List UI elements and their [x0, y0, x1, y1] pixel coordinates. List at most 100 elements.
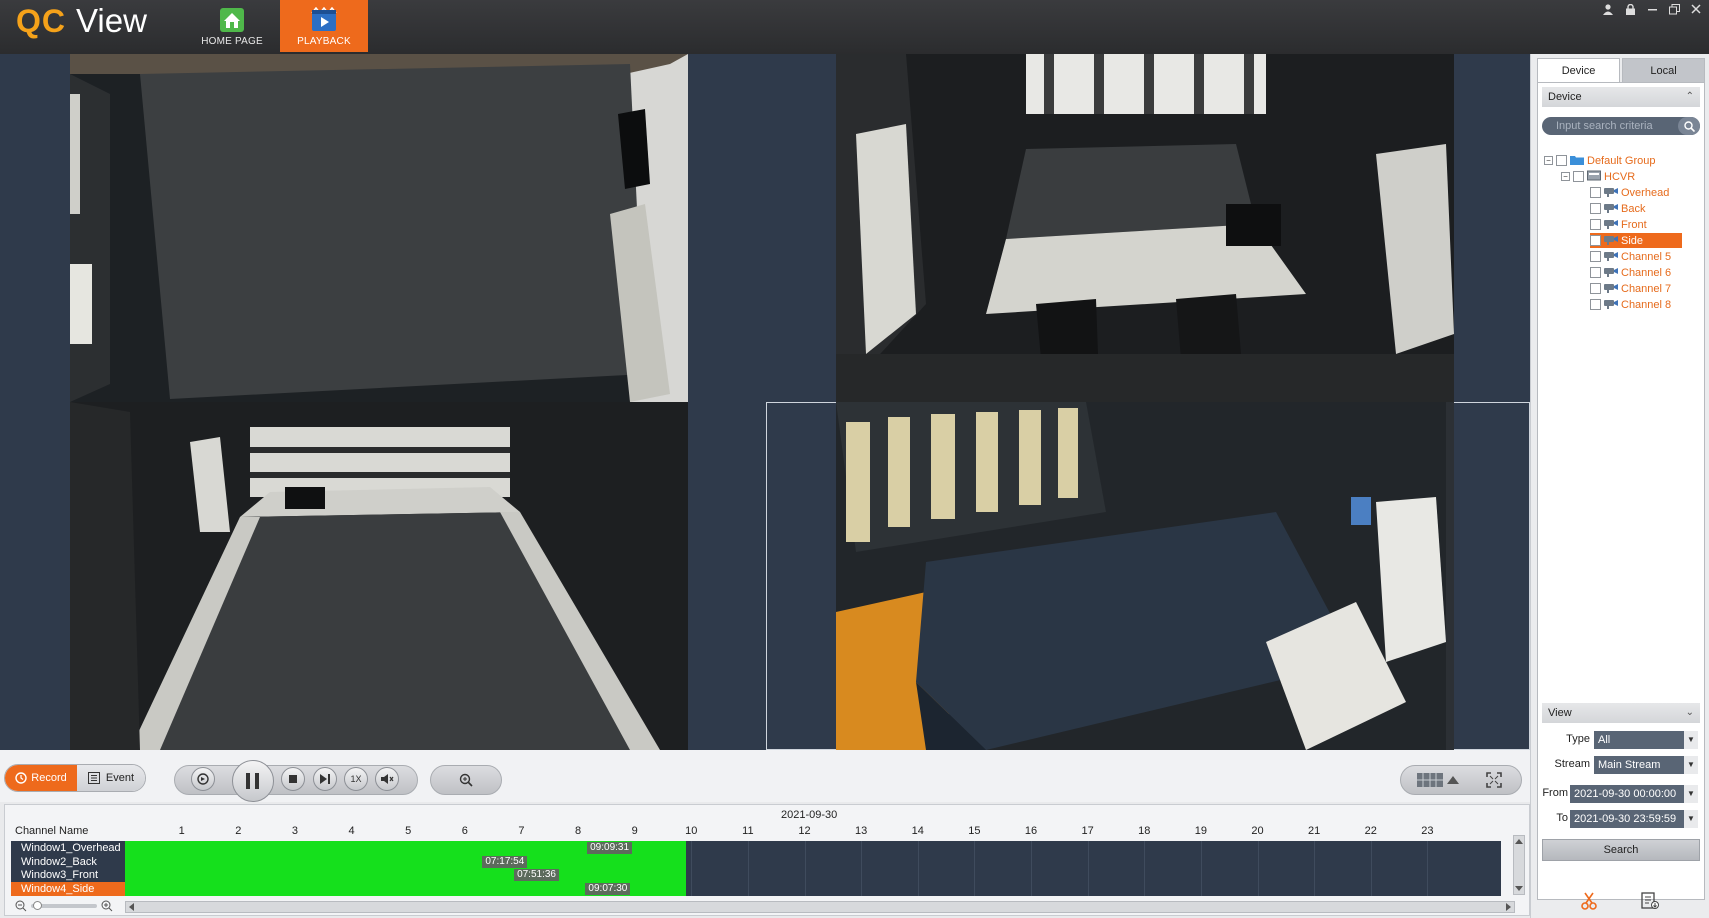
- tree-device-hcvr-label: HCVR: [1604, 170, 1636, 183]
- timeline-track[interactable]: 07:51:36: [125, 868, 1501, 882]
- device-search-input[interactable]: Input search criteria: [1542, 117, 1700, 135]
- event-tab[interactable]: Event: [77, 765, 145, 791]
- type-select[interactable]: All ▼: [1594, 731, 1698, 749]
- checkbox[interactable]: [1590, 235, 1601, 246]
- fullscreen-button[interactable]: [1483, 771, 1505, 789]
- stream-label: Stream: [1554, 758, 1590, 770]
- timeline-track[interactable]: 09:09:31: [125, 841, 1501, 855]
- checkbox[interactable]: [1590, 251, 1601, 262]
- nav-home-page[interactable]: HOME PAGE: [188, 0, 276, 52]
- playback-icon: [310, 7, 338, 33]
- collapse-toggle[interactable]: −: [1561, 172, 1570, 181]
- checkbox[interactable]: [1590, 299, 1601, 310]
- scroll-left-icon[interactable]: [128, 902, 136, 912]
- tree-channel[interactable]: Front: [1590, 217, 1647, 232]
- minimize-icon[interactable]: [1645, 2, 1659, 16]
- tab-device[interactable]: Device: [1537, 58, 1620, 82]
- tree-group-default-label: Default Group: [1587, 154, 1656, 167]
- scroll-right-icon[interactable]: [1504, 902, 1512, 912]
- next-frame-button[interactable]: [313, 767, 337, 791]
- checkbox[interactable]: [1590, 283, 1601, 294]
- zoom-out-icon[interactable]: [15, 900, 27, 912]
- clip-icon[interactable]: [1581, 892, 1597, 913]
- sync-playback-button[interactable]: [191, 767, 215, 791]
- channel-row-name[interactable]: Window3_Front: [11, 868, 129, 882]
- split-screen-icon: [1417, 773, 1459, 787]
- zoom-in-icon[interactable]: [101, 900, 113, 912]
- tab-local[interactable]: Local: [1622, 58, 1705, 82]
- video-window-front[interactable]: [0, 402, 764, 750]
- video-window-side[interactable]: [766, 402, 1530, 750]
- window-controls: [1601, 0, 1703, 18]
- nav-playback[interactable]: PLAYBACK: [280, 0, 368, 52]
- tree-channel[interactable]: Side: [1590, 233, 1682, 248]
- hour-gridline: [917, 854, 919, 869]
- search-button[interactable]: Search: [1542, 839, 1700, 861]
- checkbox[interactable]: [1573, 171, 1584, 182]
- timeline-vertical-scrollbar[interactable]: [1513, 835, 1525, 895]
- timeline-zoom-slider[interactable]: [31, 901, 97, 910]
- checkbox[interactable]: [1590, 203, 1601, 214]
- tree-device-hcvr[interactable]: − HCVR: [1561, 169, 1635, 184]
- tree-channel[interactable]: Channel 6: [1590, 265, 1671, 280]
- dropdown-arrow-icon: ▼: [1684, 756, 1698, 774]
- hour-gridline: [1257, 881, 1259, 896]
- user-icon[interactable]: [1601, 2, 1615, 16]
- record-tab[interactable]: Record: [5, 765, 77, 791]
- split-layout-button[interactable]: [1416, 771, 1460, 789]
- camera-icon: [1604, 250, 1618, 264]
- recorded-segment[interactable]: [125, 868, 686, 882]
- chevron-down-icon: ⌄: [1685, 707, 1694, 718]
- zoom-button[interactable]: [430, 765, 502, 795]
- from-label: From: [1542, 787, 1568, 799]
- scroll-up-icon[interactable]: [1514, 837, 1524, 845]
- channel-row-name[interactable]: Window1_Overhead: [11, 841, 129, 855]
- timeline-track[interactable]: 09:07:30: [125, 881, 1501, 896]
- stop-icon: [289, 775, 297, 783]
- channel-row-name[interactable]: Window4_Side: [11, 881, 129, 896]
- checkbox[interactable]: [1590, 187, 1601, 198]
- right-side-panel: Device Local Device ⌃ Input search crite…: [1530, 54, 1709, 918]
- speed-button[interactable]: 1X: [344, 767, 368, 791]
- side-panel-tabs: Device Local: [1537, 58, 1705, 82]
- tree-channel[interactable]: Channel 7: [1590, 281, 1671, 296]
- hour-gridline: [1370, 854, 1372, 869]
- tree-group-default[interactable]: − Default Group: [1544, 153, 1655, 168]
- stop-button[interactable]: [281, 767, 305, 791]
- collapse-toggle[interactable]: −: [1544, 156, 1553, 165]
- zoom-slider-handle[interactable]: [33, 901, 42, 910]
- checkbox[interactable]: [1590, 267, 1601, 278]
- device-section-header[interactable]: Device ⌃: [1542, 87, 1700, 107]
- tree-channel[interactable]: Overhead: [1590, 185, 1669, 200]
- tree-channel-label: Channel 8: [1621, 298, 1672, 311]
- channel-row-name[interactable]: Window2_Back: [11, 854, 129, 869]
- tree-channel[interactable]: Back: [1590, 201, 1645, 216]
- download-list-icon[interactable]: [1641, 892, 1659, 913]
- mute-button[interactable]: [375, 767, 399, 791]
- zoom-icon: [459, 773, 473, 787]
- video-window-overhead[interactable]: [0, 54, 764, 402]
- checkbox[interactable]: [1590, 219, 1601, 230]
- view-section-header[interactable]: View ⌄: [1542, 703, 1700, 723]
- video-window-back[interactable]: [766, 54, 1530, 402]
- restore-icon[interactable]: [1667, 2, 1681, 16]
- tree-channel[interactable]: Channel 5: [1590, 249, 1671, 264]
- close-icon[interactable]: [1689, 2, 1703, 16]
- timeline-horizontal-scrollbar[interactable]: [125, 901, 1515, 913]
- search-icon[interactable]: [1678, 117, 1700, 135]
- pause-button[interactable]: [232, 760, 274, 802]
- stream-select[interactable]: Main Stream ▼: [1594, 756, 1698, 774]
- logo-qc: QC: [16, 3, 66, 39]
- lock-icon[interactable]: [1623, 2, 1637, 16]
- tree-channel[interactable]: Channel 8: [1590, 297, 1671, 312]
- to-datetime-field[interactable]: 2021-09-30 23:59:59 ▼: [1570, 810, 1698, 828]
- recorded-segment[interactable]: [125, 854, 686, 869]
- hour-gridline: [747, 841, 749, 855]
- scroll-down-icon[interactable]: [1514, 885, 1524, 893]
- checkbox[interactable]: [1556, 155, 1567, 166]
- from-datetime-field[interactable]: 2021-09-30 00:00:00 ▼: [1570, 785, 1698, 803]
- event-list-icon: [87, 772, 100, 784]
- timeline-track[interactable]: 07:17:54: [125, 854, 1501, 869]
- camera-feed-overhead: [70, 54, 688, 402]
- app-window: QC View HOME PAGE PLAYBACK Record Event …: [0, 0, 1709, 918]
